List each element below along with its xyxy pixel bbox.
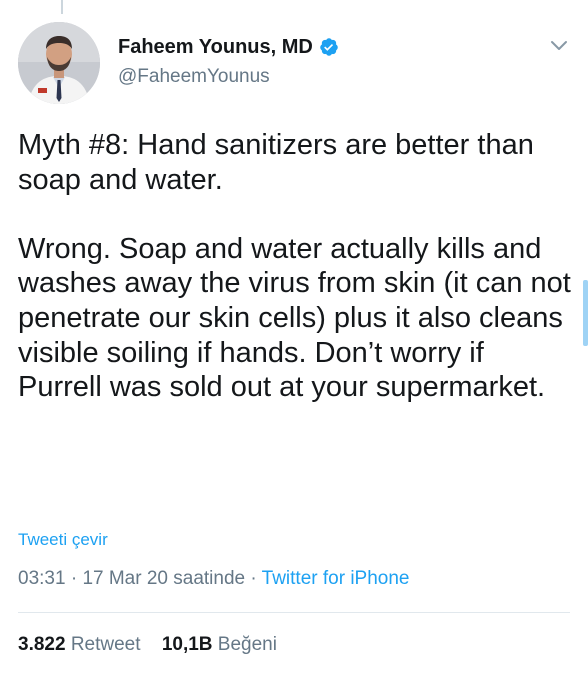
tweet-source-link[interactable]: Twitter for iPhone xyxy=(262,568,410,589)
display-name-row: Faheem Younus, MD xyxy=(118,34,339,60)
tweet-meta: 03:31 · 17 Mar 20 saatinde · Twitter for… xyxy=(18,568,410,590)
tweet-stats: 3.822 Retweet 10,1B Beğeni xyxy=(18,634,277,656)
tweet-header: Faheem Younus, MD @FaheemYounus xyxy=(18,22,578,104)
tweet-time[interactable]: 03:31 xyxy=(18,568,66,589)
tweet-text: Myth #8: Hand sanitizers are better than… xyxy=(18,129,571,404)
tweet-date[interactable]: 17 Mar 20 saatinde xyxy=(82,568,245,589)
verified-badge-icon xyxy=(319,37,339,57)
retweets-stat[interactable]: 3.822 Retweet xyxy=(18,634,141,656)
profile-photo xyxy=(18,22,100,104)
thread-connector-line xyxy=(61,0,63,14)
retweets-count: 3.822 xyxy=(18,634,66,655)
meta-separator: · xyxy=(245,568,262,589)
divider xyxy=(18,612,570,613)
scrollbar[interactable] xyxy=(583,280,588,346)
likes-count: 10,1B xyxy=(161,634,213,655)
author-display-name[interactable]: Faheem Younus, MD xyxy=(118,36,313,59)
retweets-label: Retweet xyxy=(70,634,141,655)
meta-separator: · xyxy=(65,568,83,589)
author-handle[interactable]: @FaheemYounus xyxy=(118,66,339,88)
likes-label: Beğeni xyxy=(217,634,277,655)
likes-stat[interactable]: 10,1B Beğeni xyxy=(162,634,277,656)
avatar[interactable] xyxy=(18,22,100,104)
chevron-down-icon[interactable] xyxy=(548,34,570,56)
author-names: Faheem Younus, MD @FaheemYounus xyxy=(118,34,339,88)
translate-tweet-link[interactable]: Tweeti çevir xyxy=(18,530,108,550)
